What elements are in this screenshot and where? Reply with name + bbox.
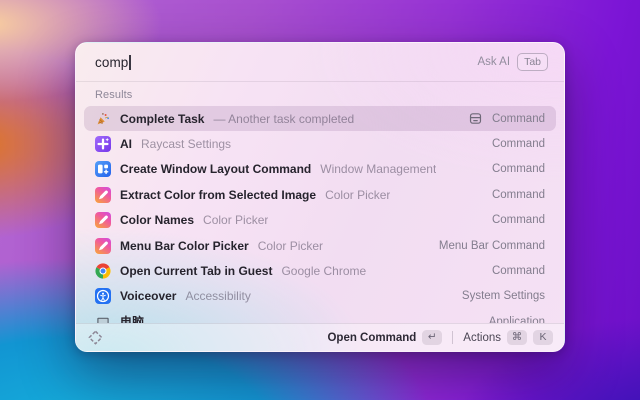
raycast-launcher-window: comp Ask AI Tab Results Complete Task — … xyxy=(75,42,565,352)
result-type-label: Command xyxy=(492,113,545,125)
result-subtitle: — Another task completed xyxy=(213,112,354,126)
window-layout-icon xyxy=(95,161,111,177)
result-subtitle: Google Chrome xyxy=(281,264,366,278)
result-type-label: Command xyxy=(492,138,545,150)
result-type-label: Command xyxy=(492,265,545,277)
result-row[interactable]: Complete Task — Another task completed C… xyxy=(84,106,556,131)
result-title: Open Current Tab in Guest xyxy=(120,264,272,278)
ask-ai-hint[interactable]: Ask AI Tab xyxy=(477,53,548,71)
result-row[interactable]: Voiceover Accessibility System Settings xyxy=(84,284,556,309)
result-subtitle: Raycast Settings xyxy=(141,137,231,151)
search-input[interactable]: comp xyxy=(95,55,477,70)
result-type-label: Command xyxy=(492,214,545,226)
result-row[interactable]: 电脑 Application xyxy=(84,309,556,323)
k-key-badge: K xyxy=(533,330,553,345)
result-title: Create Window Layout Command xyxy=(120,162,311,176)
result-type-label: Command xyxy=(492,163,545,175)
ask-ai-label: Ask AI xyxy=(477,56,510,68)
enter-key-badge: ↵ xyxy=(422,330,442,345)
party-popper-icon xyxy=(95,111,111,127)
text-caret xyxy=(129,55,131,70)
result-title: Voiceover xyxy=(120,289,176,303)
footer-divider xyxy=(452,331,453,344)
tab-key-badge: Tab xyxy=(517,53,548,71)
result-title: 电脑 xyxy=(120,313,144,323)
result-title: Extract Color from Selected Image xyxy=(120,188,316,202)
result-type-label: System Settings xyxy=(462,290,545,302)
open-command-button[interactable]: Open Command ↵ xyxy=(324,328,445,347)
command-card-icon xyxy=(468,111,483,126)
result-subtitle: Accessibility xyxy=(185,289,250,303)
result-row[interactable]: AI Raycast Settings Command xyxy=(84,131,556,156)
computer-icon xyxy=(95,314,111,323)
result-title: Complete Task xyxy=(120,112,204,126)
result-subtitle: Color Picker xyxy=(203,213,268,227)
result-type-label: Application xyxy=(489,316,545,323)
results-list: Complete Task — Another task completed C… xyxy=(76,106,564,323)
result-row[interactable]: Extract Color from Selected Image Color … xyxy=(84,182,556,207)
color-picker-icon xyxy=(95,187,111,203)
color-picker-icon xyxy=(95,238,111,254)
search-bar: comp Ask AI Tab xyxy=(76,43,564,81)
actions-button[interactable]: Actions ⌘ K xyxy=(460,328,556,347)
result-row[interactable]: Create Window Layout Command Window Mana… xyxy=(84,157,556,182)
ai-icon xyxy=(95,136,111,152)
result-type-label: Menu Bar Command xyxy=(439,240,545,252)
result-subtitle: Window Management xyxy=(320,162,436,176)
result-row[interactable]: Color Names Color Picker Command xyxy=(84,208,556,233)
result-title: Menu Bar Color Picker xyxy=(120,239,249,253)
chrome-icon xyxy=(95,263,111,279)
result-row[interactable]: Menu Bar Color Picker Color Picker Menu … xyxy=(84,233,556,258)
voiceover-icon xyxy=(95,288,111,304)
search-query-text: comp xyxy=(95,55,128,70)
actions-label: Actions xyxy=(463,332,501,344)
result-title: Color Names xyxy=(120,213,194,227)
cmd-key-badge: ⌘ xyxy=(507,330,527,345)
color-picker-icon xyxy=(95,212,111,228)
open-command-label: Open Command xyxy=(327,332,416,344)
result-subtitle: Color Picker xyxy=(325,188,390,202)
result-title: AI xyxy=(120,137,132,151)
result-subtitle: Color Picker xyxy=(258,239,323,253)
results-section-header: Results xyxy=(76,82,564,106)
footer-bar: Open Command ↵ Actions ⌘ K xyxy=(76,323,564,351)
raycast-logo-icon xyxy=(87,329,104,346)
result-type-label: Command xyxy=(492,189,545,201)
result-row[interactable]: Open Current Tab in Guest Google Chrome … xyxy=(84,258,556,283)
